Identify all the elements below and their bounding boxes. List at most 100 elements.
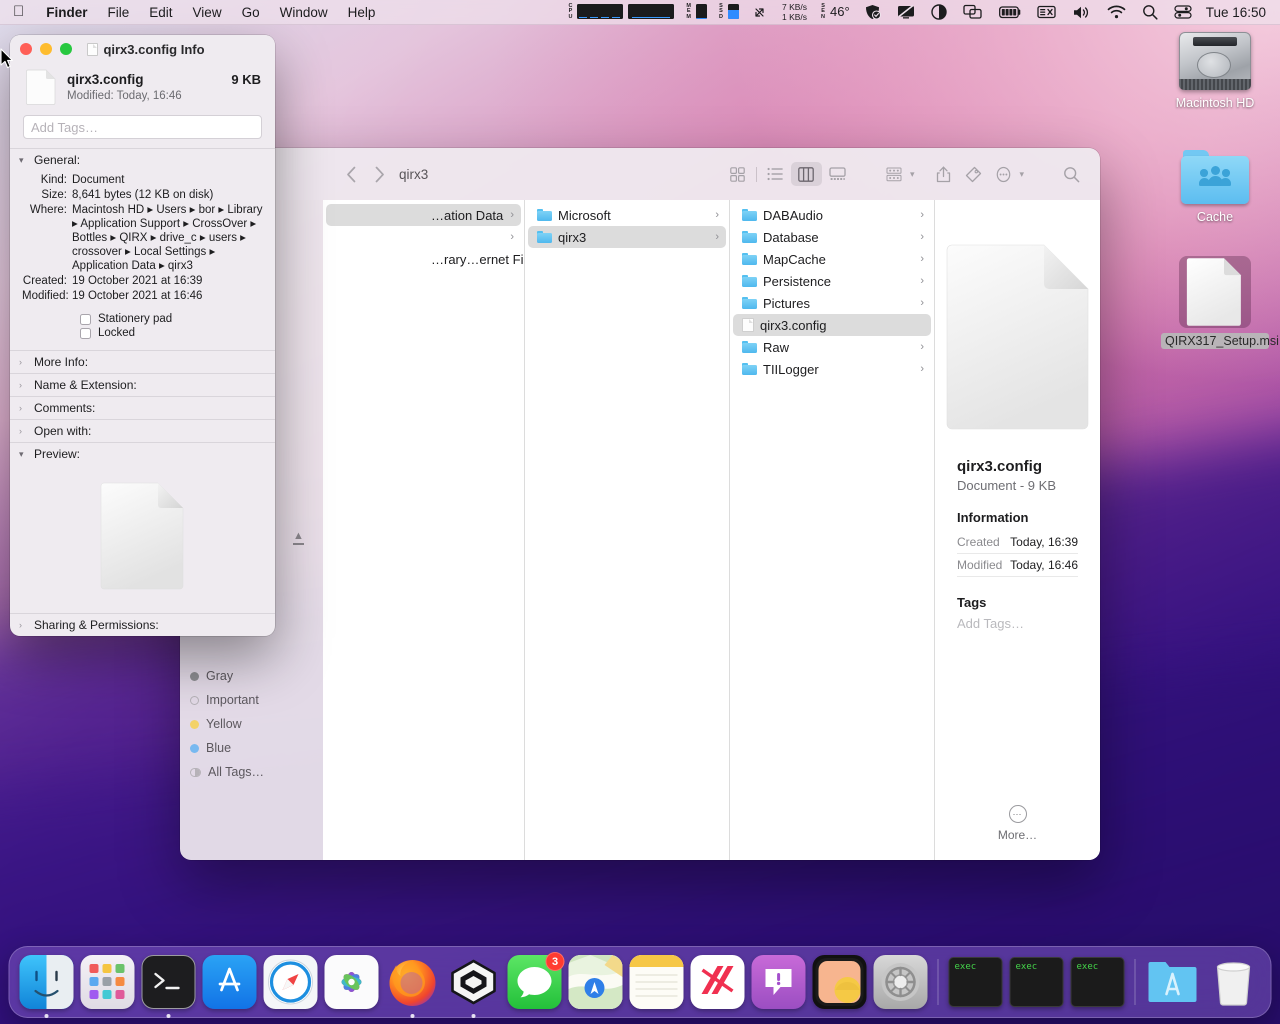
info-section-preview-header[interactable]: ▾ Preview: — [10, 443, 275, 465]
apple-icon[interactable]:  — [11, 4, 36, 19]
battery-icon[interactable] — [991, 1, 1029, 23]
minimize-button[interactable] — [40, 43, 52, 55]
gallery-view-button[interactable] — [822, 162, 853, 186]
column-view-button[interactable] — [790, 162, 822, 186]
network-arrows-icon[interactable] — [745, 1, 774, 23]
volume-icon[interactable] — [1064, 1, 1099, 23]
column-row[interactable]: MapCache › — [733, 248, 931, 270]
dock-window-exec-3[interactable]: exec — [1070, 957, 1125, 1007]
column-row[interactable]: qirx3 › — [528, 226, 726, 248]
dock-item-messages[interactable]: 3 — [507, 952, 565, 1009]
info-section-sharing-permissions-header[interactable]: › Sharing & Permissions: — [10, 614, 275, 636]
menu-finder[interactable]: Finder — [36, 3, 97, 22]
menu-go[interactable]: Go — [232, 3, 270, 22]
column-row[interactable]: DABAudio › — [733, 204, 931, 226]
eject-icon[interactable]: ▲ — [293, 530, 304, 545]
dock-item-terminal[interactable] — [141, 955, 196, 1018]
sidebar-all-tags[interactable]: All Tags… — [180, 760, 323, 784]
info-window-titlebar[interactable]: qirx3.config Info — [10, 35, 275, 63]
info-section-open-with-header[interactable]: › Open with: — [10, 420, 275, 442]
sidebar-tag-gray[interactable]: Gray — [180, 664, 323, 688]
search-button[interactable] — [1056, 162, 1086, 186]
dock-window-exec-2[interactable]: exec — [1009, 957, 1064, 1007]
column-row[interactable]: …rary…ernet Files › — [326, 248, 524, 270]
preview-created-row: Created Today, 16:39 — [957, 531, 1078, 554]
menu-edit[interactable]: Edit — [139, 3, 182, 22]
actions-button[interactable] — [988, 162, 1018, 186]
dock-item-safari[interactable] — [263, 955, 318, 1009]
sidebar-tag-blue[interactable]: Blue — [180, 736, 323, 760]
column-row[interactable]: Pictures › — [733, 292, 931, 314]
desktop-icon-macintosh-hd[interactable]: Macintosh HD — [1160, 32, 1270, 111]
column-row[interactable]: TIILogger › — [733, 358, 931, 380]
sidebar-tag-important[interactable]: Important — [180, 688, 323, 712]
info-stationery-pad-checkbox[interactable]: Stationery pad — [22, 312, 263, 326]
column-row[interactable]: Database › — [733, 226, 931, 248]
desktop-icon-qirx317-setup[interactable]: QIRX317_Setup.msi — [1160, 256, 1279, 349]
dock-item-photos[interactable] — [324, 955, 379, 1009]
menu-view[interactable]: View — [183, 3, 232, 22]
dock-item-news[interactable] — [690, 955, 745, 1009]
dock-item-cube-app[interactable] — [447, 955, 501, 1018]
dock-item-launchpad[interactable] — [80, 955, 135, 1009]
tags-button[interactable] — [958, 162, 988, 186]
zoom-button[interactable] — [60, 43, 72, 55]
column-row[interactable]: Raw › — [733, 336, 931, 358]
memory-monitor[interactable]: MEM — [680, 3, 713, 20]
close-button[interactable] — [20, 43, 32, 55]
chevron-down-icon[interactable]: ▾ — [1019, 169, 1024, 180]
wifi-icon[interactable] — [1099, 1, 1134, 23]
info-locked-checkbox[interactable]: Locked — [22, 326, 263, 340]
dock-item-maps[interactable] — [568, 955, 623, 1009]
dock-item-alert-app[interactable] — [751, 955, 806, 1009]
preview-more-button[interactable]: ⋯ More… — [998, 805, 1037, 842]
back-button[interactable] — [337, 161, 365, 187]
dock-item-trash[interactable] — [1207, 955, 1261, 1009]
share-button[interactable] — [928, 162, 958, 186]
column-row-selected[interactable]: qirx3.config — [733, 314, 931, 336]
info-section-more-info-header[interactable]: › More Info: — [10, 351, 275, 373]
sidebar-tag-yellow[interactable]: Yellow — [180, 712, 323, 736]
info-section-comments-header[interactable]: › Comments: — [10, 397, 275, 419]
info-section-name-extension-header[interactable]: › Name & Extension: — [10, 374, 275, 396]
control-center-icon[interactable] — [1166, 1, 1200, 23]
menu-file[interactable]: File — [98, 3, 140, 22]
dock-item-system-settings[interactable] — [873, 955, 928, 1009]
column-row[interactable]: …ation Data › — [326, 204, 521, 226]
preview-add-tags-field[interactable]: Add Tags… — [957, 616, 1078, 631]
group-by-button[interactable] — [879, 162, 909, 186]
chevron-right-icon: › — [920, 297, 924, 309]
info-section-general-header[interactable]: ▾ General: — [10, 149, 275, 171]
info-add-tags-field[interactable]: Add Tags… — [23, 115, 262, 139]
column-row[interactable]: Persistence › — [733, 270, 931, 292]
dock-window-exec-1[interactable]: exec — [948, 957, 1003, 1007]
sensor-temperature[interactable]: SEN 46° — [815, 3, 856, 20]
menu-bar-clock[interactable]: Tue 16:50 — [1200, 5, 1268, 20]
screen-mirroring-icon[interactable] — [955, 1, 991, 23]
dock-item-notes[interactable] — [629, 955, 684, 1009]
menu-window[interactable]: Window — [270, 3, 338, 22]
column-row[interactable]: › — [326, 226, 521, 248]
keyboard-input-icon[interactable] — [1029, 1, 1064, 23]
finder-column-view: …ation Data › › …rary…ernet Files › — [323, 200, 1100, 860]
contrast-icon[interactable] — [923, 1, 955, 23]
icon-view-button[interactable] — [722, 162, 753, 186]
dock-item-app-store[interactable] — [202, 955, 257, 1009]
dock-item-applications-folder[interactable] — [1146, 955, 1200, 1009]
dock-item-reminders[interactable] — [812, 955, 867, 1009]
spotlight-search-icon[interactable] — [1134, 1, 1166, 23]
menu-help[interactable]: Help — [338, 3, 386, 22]
chevron-down-icon[interactable]: ▾ — [910, 169, 915, 180]
network-speed[interactable]: 7 KB/s 1 KB/s — [774, 1, 815, 23]
ssd-monitor[interactable]: SSD — [713, 3, 745, 20]
traffic-lights — [20, 43, 72, 55]
list-view-button[interactable] — [760, 162, 791, 186]
dock-item-finder[interactable] — [19, 955, 74, 1018]
cpu-monitor[interactable]: CPU — [562, 3, 680, 20]
forward-button[interactable] — [365, 161, 393, 187]
desktop-icon-cache[interactable]: Cache — [1160, 150, 1270, 225]
dock-item-firefox[interactable] — [386, 955, 440, 1018]
column-row[interactable]: Microsoft › — [528, 204, 726, 226]
battery-health-icon[interactable] — [856, 1, 889, 23]
display-icon[interactable] — [889, 1, 923, 23]
